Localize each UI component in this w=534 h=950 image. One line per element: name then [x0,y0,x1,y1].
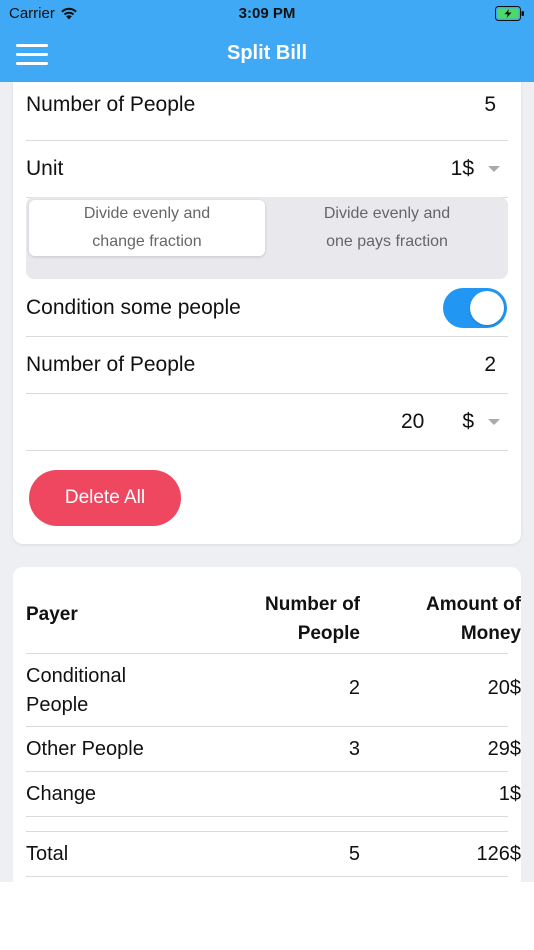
segment-one-pays-fraction[interactable]: Divide evenly and one pays fraction [269,200,505,256]
row-payer-line1: Conditional [26,665,127,687]
header-people: Number of People [265,590,360,648]
delete-all-button[interactable]: Delete All [29,470,181,526]
status-time: 3:09 PM [238,5,296,22]
segment-change-fraction[interactable]: Divide evenly and change fraction [29,200,265,256]
chevron-down-icon [488,166,500,173]
row-amount: 20$ [487,677,521,699]
row-payer: Other People [26,738,144,760]
unit-label: Unit [26,157,64,180]
row-people: 2 [348,677,360,699]
total-label: Total [26,843,69,865]
header-people-line2: People [297,623,360,644]
total-people: 5 [348,843,360,865]
currency-select[interactable]: $ [462,410,508,434]
segment-label-line1: Divide evenly and [83,205,211,222]
people-row[interactable]: Number of People 5 [26,82,508,141]
row-amount: 1$ [498,783,521,805]
condition-label: Condition some people [26,295,241,319]
cond-people-label: Number of People [26,353,196,376]
header-money: Amount of Money [426,590,521,648]
table-row: Other People 3 29$ [26,727,521,772]
table-header: Payer Number of People Amount of Money [26,567,521,654]
total-row: Total 5 126$ [26,832,521,877]
row-amount: 29$ [487,738,521,760]
split-mode-segment: Divide evenly and change fraction Divide… [26,197,508,279]
unit-value: 1$ [450,157,474,180]
header-money-line1: Amount of [426,594,521,615]
battery-charging-icon [495,6,524,21]
status-bar: Carrier 3:09 PM [0,0,534,28]
segment-label-line2: change fraction [92,233,202,250]
header-money-line2: Money [460,623,521,644]
app-header: Carrier 3:09 PM Split Bill [0,0,534,82]
amount-input[interactable]: 20 [401,410,424,434]
nav-bar: Split Bill [0,28,534,82]
table-row: Conditional People 2 20$ [26,654,521,727]
segment-label-line1: Divide evenly and [323,205,451,222]
cond-people-value[interactable]: 2 [484,353,508,377]
main-content[interactable]: Number of People 5 Unit 1$ Divide evenly… [0,82,534,882]
summary-card: Payer Number of People Amount of Money C… [13,567,521,882]
header-payer: Payer [26,604,78,625]
unit-row[interactable]: Unit 1$ [26,141,508,198]
people-label: Number of People [26,93,196,116]
segment-label-line2: one pays fraction [326,233,448,250]
row-people: 3 [348,738,360,760]
settings-card: Number of People 5 Unit 1$ Divide evenly… [13,82,521,544]
currency-value: $ [462,410,474,433]
row-payer: Change [26,783,97,805]
header-people-line1: Number of [265,594,360,615]
page-title: Split Bill [227,42,307,64]
total-amount: 126$ [476,843,522,865]
unit-select[interactable]: 1$ [451,157,508,181]
row-payer: Conditional People [26,662,126,720]
chevron-down-icon [488,419,500,426]
table-row: Change 1$ [26,772,521,817]
amount-row: 20 $ [26,394,508,451]
people-value[interactable]: 5 [484,93,508,117]
condition-row: Condition some people [26,279,508,337]
cond-people-row[interactable]: Number of People 2 [26,337,508,394]
table-divider [26,817,508,832]
row-payer-line2: People [26,694,89,716]
condition-toggle[interactable] [443,287,507,328]
